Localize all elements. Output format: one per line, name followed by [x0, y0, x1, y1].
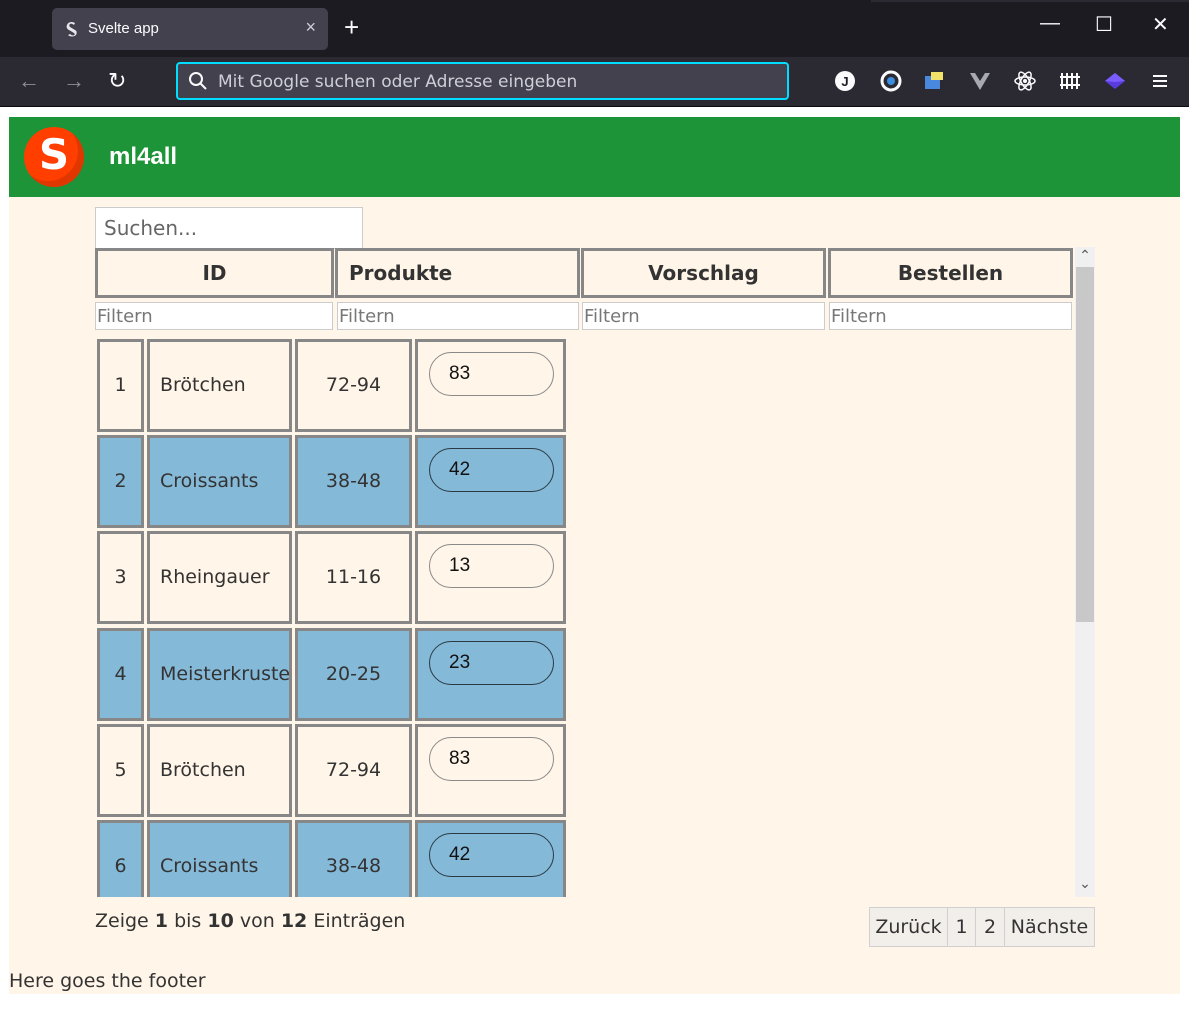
header-produkte[interactable]: Produkte	[335, 248, 580, 298]
order-input[interactable]: 42	[429, 448, 554, 492]
scroll-up-icon[interactable]: ⌃	[1075, 247, 1095, 264]
svg-text:J: J	[841, 74, 848, 89]
order-input[interactable]: 83	[429, 352, 554, 396]
svelte-logo-icon: S	[24, 127, 84, 187]
cell-order: 42	[415, 435, 566, 528]
page-2-button[interactable]: 2	[975, 907, 1005, 947]
extension-badge-icon[interactable]	[922, 69, 946, 93]
menu-icon[interactable]	[1148, 69, 1172, 93]
cell-id: 3	[97, 531, 144, 624]
filter-vorschlag-input[interactable]	[582, 302, 825, 330]
filter-produkte-input[interactable]	[337, 302, 579, 330]
header-bestellen[interactable]: Bestellen	[828, 248, 1073, 298]
browser-tab-bar: Svelte app × + — ☐ ✕	[0, 0, 1189, 57]
table-row: 4 Meisterkruste 20-25 23	[97, 628, 567, 721]
prev-page-button[interactable]: Zurück	[869, 907, 948, 947]
info-of: von	[239, 910, 275, 932]
search-input[interactable]	[95, 207, 363, 249]
filter-id-input[interactable]	[95, 302, 333, 330]
new-tab-button[interactable]: +	[344, 14, 359, 40]
info-total: 12	[280, 910, 308, 932]
filter-bestellen-input[interactable]	[829, 302, 1072, 330]
cell-suggestion: 72-94	[295, 724, 412, 817]
cell-suggestion: 38-48	[295, 820, 412, 897]
table-row: 6 Croissants 38-48 42	[97, 820, 567, 897]
cell-order: 42	[415, 820, 566, 897]
back-arrow-icon[interactable]: ←	[18, 68, 40, 94]
table-row: 3 Rheingauer 11-16 13	[97, 531, 567, 624]
browser-tab[interactable]: Svelte app ×	[52, 8, 328, 50]
info-from: 1	[154, 910, 169, 932]
scroll-down-icon[interactable]: ⌄	[1075, 875, 1095, 892]
logo-letter: S	[38, 130, 70, 179]
page: S ml4all ID Produkte Vorschlag Bestellen…	[9, 117, 1180, 994]
table-row: 2 Croissants 38-48 42	[97, 435, 567, 528]
footer: Here goes the footer	[9, 970, 206, 992]
scroll-thumb[interactable]	[1076, 267, 1094, 622]
order-input[interactable]: 23	[429, 641, 554, 685]
cell-id: 6	[97, 820, 144, 897]
cell-suggestion: 72-94	[295, 339, 412, 432]
table-row: 5 Brötchen 72-94 83	[97, 724, 567, 817]
cell-id: 4	[97, 628, 144, 721]
forward-arrow-icon[interactable]: →	[63, 68, 85, 94]
vue-devtools-icon[interactable]	[968, 69, 992, 93]
minimize-button[interactable]: —	[1040, 12, 1060, 35]
info-prefix: Zeige	[95, 910, 149, 932]
info-mid: bis	[174, 910, 202, 932]
order-input[interactable]: 42	[429, 833, 554, 877]
reload-icon[interactable]: ↻	[108, 68, 126, 94]
info-to: 10	[207, 910, 234, 932]
window-close-button[interactable]: ✕	[1152, 12, 1169, 37]
tabbar-accent	[871, 0, 1189, 2]
header-vorschlag[interactable]: Vorschlag	[581, 248, 826, 298]
next-page-button[interactable]: Nächste	[1004, 907, 1095, 947]
cell-product: Rheingauer	[147, 531, 292, 624]
url-input[interactable]	[218, 71, 758, 93]
order-input[interactable]: 83	[429, 737, 554, 781]
browser-nav-bar: ← → ↻ J	[0, 57, 1189, 107]
library-icon[interactable]	[1058, 69, 1082, 93]
cell-suggestion: 11-16	[295, 531, 412, 624]
grid-scrollbar[interactable]: ⌃ ⌄	[1075, 247, 1095, 897]
cell-order: 13	[415, 531, 566, 624]
extension-layers-icon[interactable]	[1103, 69, 1127, 93]
cell-suggestion: 20-25	[295, 628, 412, 721]
cell-product: Brötchen	[147, 339, 292, 432]
pagination-info: Zeige 1 bis 10 von 12 Einträgen	[95, 910, 405, 932]
order-input[interactable]: 13	[429, 544, 554, 588]
cell-order: 83	[415, 339, 566, 432]
tab-title: Svelte app	[88, 20, 159, 37]
search-icon	[189, 72, 207, 90]
cell-id: 2	[97, 435, 144, 528]
app-header: S ml4all	[9, 117, 1180, 197]
url-bar[interactable]	[176, 62, 789, 100]
tab-close-icon[interactable]: ×	[305, 17, 316, 38]
svelte-favicon-icon	[66, 21, 77, 37]
cell-id: 1	[97, 339, 144, 432]
header-id[interactable]: ID	[95, 248, 334, 298]
cell-suggestion: 38-48	[295, 435, 412, 528]
cell-order: 83	[415, 724, 566, 817]
react-devtools-icon[interactable]	[1013, 69, 1037, 93]
cell-product: Croissants	[147, 435, 292, 528]
extension-clock-icon[interactable]	[879, 69, 903, 93]
cell-product: Brötchen	[147, 724, 292, 817]
maximize-button[interactable]: ☐	[1095, 12, 1113, 37]
cell-product: Croissants	[147, 820, 292, 897]
page-1-button[interactable]: 1	[947, 907, 976, 947]
cell-id: 5	[97, 724, 144, 817]
extension-j-icon[interactable]: J	[833, 69, 857, 93]
table-row: 1 Brötchen 72-94 83	[97, 339, 567, 432]
cell-order: 23	[415, 628, 566, 721]
cell-product: Meisterkruste	[147, 628, 292, 721]
app-title: ml4all	[109, 143, 178, 170]
info-suffix: Einträgen	[313, 910, 406, 932]
data-grid: ID Produkte Vorschlag Bestellen 1 Brötch…	[95, 247, 1095, 897]
